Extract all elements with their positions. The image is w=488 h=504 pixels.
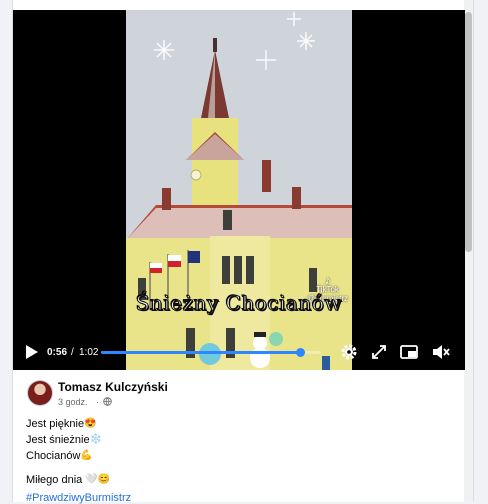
video-controls: 0:56 / 1:02	[13, 336, 465, 370]
heart-eyes-emoji: 😍	[84, 418, 97, 430]
post-header: Tomasz Kulczyński 3 godz. ·	[13, 376, 453, 412]
snowflake-emoji: ❄️	[89, 434, 103, 446]
dot-separator: ·	[96, 397, 99, 407]
post-line-text: Jest śnieżnie	[26, 434, 90, 447]
avatar[interactable]	[27, 380, 53, 406]
video-frame-image: ♪ TikTok @burmistrz Śnieżny Chocianów	[126, 10, 352, 370]
post-line-text: Jest pięknie	[26, 418, 85, 430]
video-caption: Śnieżny Chocianów	[135, 291, 343, 316]
settings-icon[interactable]	[339, 342, 359, 362]
mute-icon[interactable]	[431, 342, 451, 362]
progress-handle[interactable]	[295, 348, 305, 357]
greeting-emoji: 🤍😊	[85, 474, 111, 486]
post-line-text: Chocianów	[26, 450, 81, 463]
scrollbar-thumb[interactable]	[465, 12, 472, 252]
fullscreen-icon[interactable]	[369, 342, 389, 362]
total-time: 1:02	[79, 347, 99, 358]
progress-bar[interactable]	[101, 348, 321, 357]
globe-icon	[103, 397, 112, 406]
current-time: 0:56	[47, 347, 68, 358]
town-hall-scene	[126, 10, 352, 370]
post-timestamp[interactable]: 3 godz.	[58, 397, 88, 407]
hashtag-link[interactable]: #PrawdziwyBurmistrz	[26, 492, 131, 504]
post-line-text: Miłego dnia	[26, 474, 83, 487]
picture-in-picture-icon[interactable]	[399, 342, 419, 362]
tiktok-logo-icon: ♪	[324, 273, 331, 287]
play-icon[interactable]	[25, 344, 39, 360]
scrollbar[interactable]	[464, 0, 473, 502]
video-player[interactable]: ♪ TikTok @burmistrz Śnieżny Chocianów 0:…	[13, 10, 465, 370]
post-body: Jest pięknie😍 Jest śnieżnie❄️ Chocianów💪…	[26, 416, 110, 488]
post-line: Miłego dnia 🤍😊	[26, 472, 110, 488]
post-line: Jest śnieżnie❄️	[26, 432, 110, 448]
post-line: Chocianów💪	[26, 448, 110, 464]
progress-fill	[101, 351, 300, 354]
flexed-biceps-emoji: 💪	[80, 450, 93, 462]
post-line: Jest pięknie😍	[26, 416, 110, 432]
time-separator: /	[71, 347, 74, 358]
author-name[interactable]: Tomasz Kulczyński	[58, 380, 168, 394]
